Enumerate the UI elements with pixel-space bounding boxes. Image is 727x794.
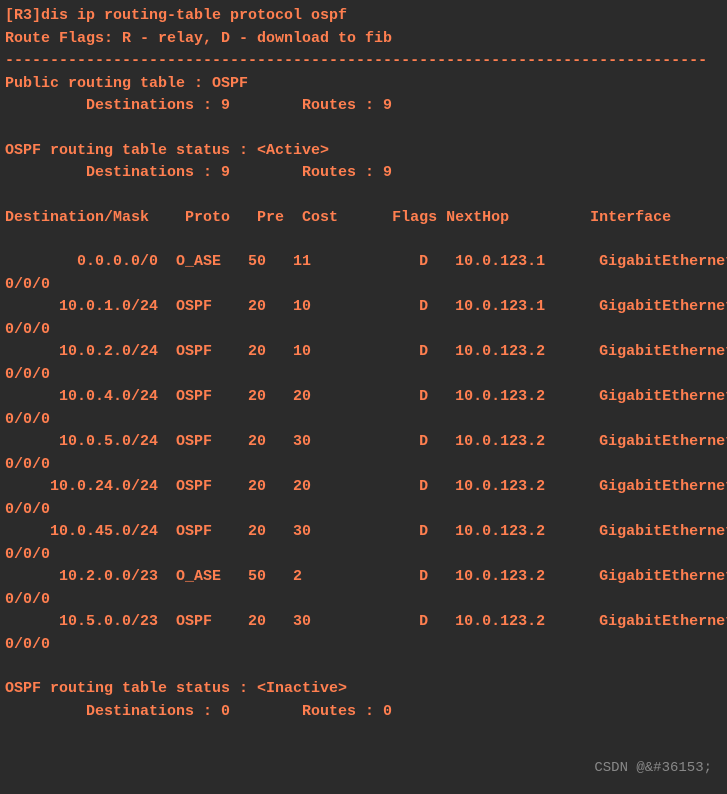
route-entry-cont: 0/0/0 <box>5 409 722 432</box>
route-entry: 10.0.1.0/24 OSPF 20 10 D 10.0.123.1 Giga… <box>5 296 722 319</box>
blank-line <box>5 229 722 251</box>
columns-header: Destination/Mask Proto Pre Cost Flags Ne… <box>5 207 722 230</box>
route-entry-cont: 0/0/0 <box>5 544 722 567</box>
divider: ----------------------------------------… <box>5 50 722 73</box>
route-entry-cont: 0/0/0 <box>5 454 722 477</box>
inactive-status-summary: Destinations : 0 Routes : 0 <box>5 701 722 724</box>
blank-line <box>5 656 722 678</box>
route-entry: 10.0.5.0/24 OSPF 20 30 D 10.0.123.2 Giga… <box>5 431 722 454</box>
inactive-status-title: OSPF routing table status : <Inactive> <box>5 678 722 701</box>
route-flags: Route Flags: R - relay, D - download to … <box>5 28 722 51</box>
route-entry-cont: 0/0/0 <box>5 364 722 387</box>
active-status-title: OSPF routing table status : <Active> <box>5 140 722 163</box>
public-table-summary: Destinations : 9 Routes : 9 <box>5 95 722 118</box>
route-entry: 10.0.45.0/24 OSPF 20 30 D 10.0.123.2 Gig… <box>5 521 722 544</box>
route-entry-cont: 0/0/0 <box>5 589 722 612</box>
route-entry: 10.5.0.0/23 OSPF 20 30 D 10.0.123.2 Giga… <box>5 611 722 634</box>
blank-line <box>5 118 722 140</box>
route-entry: 10.2.0.0/23 O_ASE 50 2 D 10.0.123.2 Giga… <box>5 566 722 589</box>
route-entry-cont: 0/0/0 <box>5 499 722 522</box>
route-entry: 10.0.2.0/24 OSPF 20 10 D 10.0.123.2 Giga… <box>5 341 722 364</box>
route-entry-cont: 0/0/0 <box>5 319 722 342</box>
routes-list: 0.0.0.0/0 O_ASE 50 11 D 10.0.123.1 Gigab… <box>5 251 722 656</box>
watermark: CSDN @&#36153; <box>594 758 712 779</box>
route-entry-cont: 0/0/0 <box>5 274 722 297</box>
route-entry: 10.0.24.0/24 OSPF 20 20 D 10.0.123.2 Gig… <box>5 476 722 499</box>
route-entry: 0.0.0.0/0 O_ASE 50 11 D 10.0.123.1 Gigab… <box>5 251 722 274</box>
blank-line <box>5 185 722 207</box>
active-status-summary: Destinations : 9 Routes : 9 <box>5 162 722 185</box>
command-line: [R3]dis ip routing-table protocol ospf <box>5 5 722 28</box>
route-entry: 10.0.4.0/24 OSPF 20 20 D 10.0.123.2 Giga… <box>5 386 722 409</box>
public-table-title: Public routing table : OSPF <box>5 73 722 96</box>
route-entry-cont: 0/0/0 <box>5 634 722 657</box>
